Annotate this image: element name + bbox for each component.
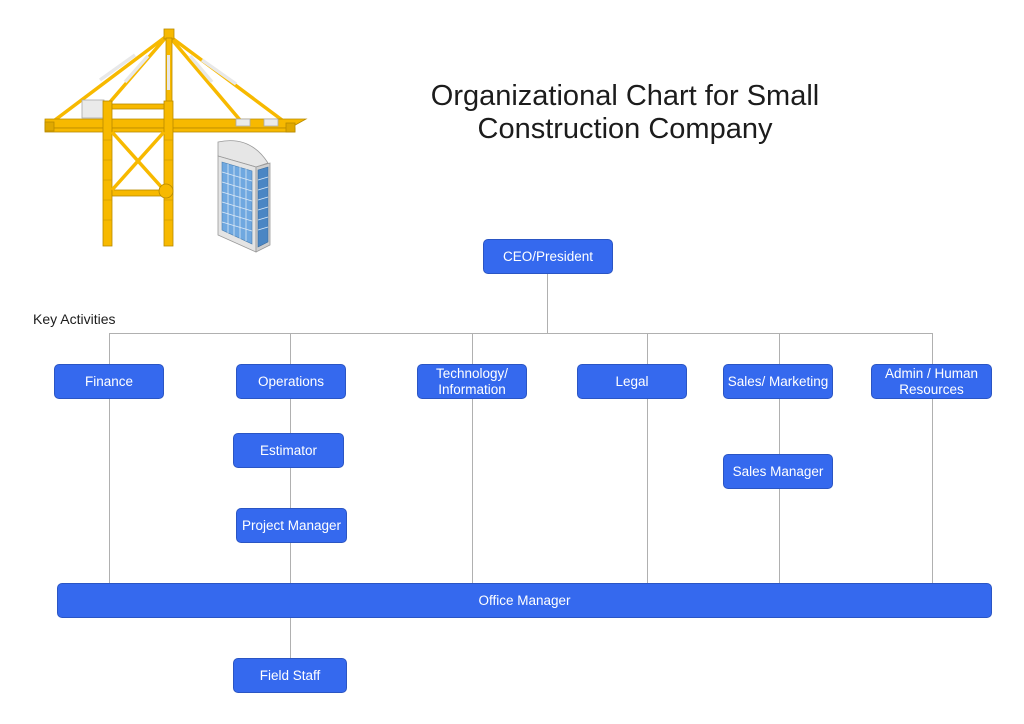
node-field-staff[interactable]: Field Staff bbox=[233, 658, 347, 693]
node-ceo[interactable]: CEO/President bbox=[483, 239, 613, 274]
node-estimator[interactable]: Estimator bbox=[233, 433, 344, 468]
node-office-manager[interactable]: Office Manager bbox=[57, 583, 992, 618]
node-finance[interactable]: Finance bbox=[54, 364, 164, 399]
node-project-manager[interactable]: Project Manager bbox=[236, 508, 347, 543]
construction-illustration bbox=[44, 28, 308, 253]
chart-title: Organizational Chart for Small Construct… bbox=[430, 80, 820, 145]
node-admin[interactable]: Admin / Human Resources bbox=[871, 364, 992, 399]
office-building-icon bbox=[217, 140, 271, 253]
node-operations[interactable]: Operations bbox=[236, 364, 346, 399]
node-technology[interactable]: Technology/ Information bbox=[417, 364, 527, 399]
connector-ceo-down bbox=[547, 273, 548, 333]
node-sales-manager[interactable]: Sales Manager bbox=[723, 454, 833, 489]
node-legal[interactable]: Legal bbox=[577, 364, 687, 399]
key-activities-label: Key Activities bbox=[33, 311, 116, 327]
connector-horizontal-bus bbox=[109, 333, 933, 334]
node-sales[interactable]: Sales/ Marketing bbox=[723, 364, 833, 399]
